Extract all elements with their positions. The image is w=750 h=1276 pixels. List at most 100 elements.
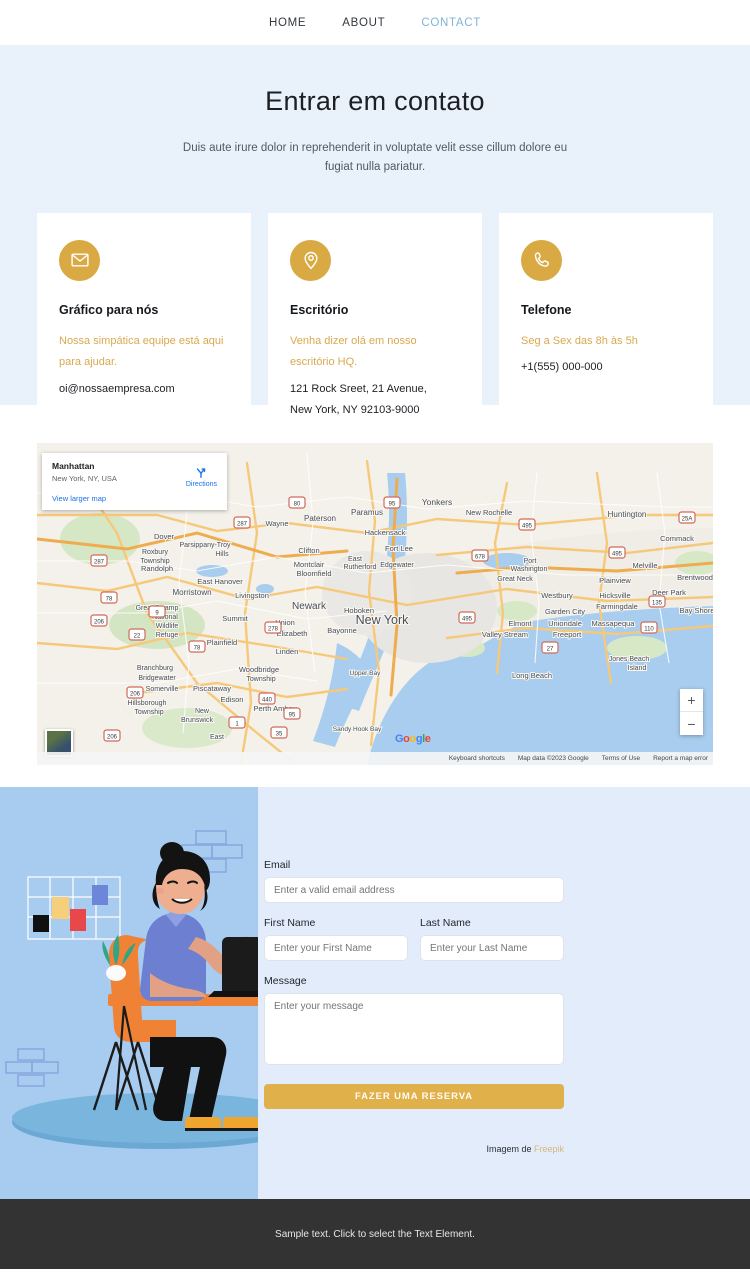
svg-text:Piscataway: Piscataway — [193, 684, 231, 693]
svg-text:Branchburg: Branchburg — [137, 665, 173, 672]
svg-text:Upper Bay: Upper Bay — [350, 670, 381, 677]
card-value-line-1[interactable]: oi@nossaempresa.com — [59, 379, 229, 400]
directions-button[interactable]: Directions — [186, 465, 217, 488]
svg-text:Refuge: Refuge — [156, 632, 179, 639]
svg-text:East: East — [210, 734, 224, 741]
svg-text:Wayne: Wayne — [265, 519, 288, 528]
email-field[interactable] — [264, 877, 564, 903]
view-larger-map-link[interactable]: View larger map — [52, 494, 217, 503]
card-title: Telefone — [521, 302, 572, 317]
google-logo: Google — [395, 733, 431, 745]
map-data-text: Map data ©2023 Google — [517, 755, 589, 762]
submit-reservation-button[interactable]: FAZER UMA RESERVA — [264, 1084, 564, 1109]
svg-text:Commack: Commack — [660, 534, 694, 543]
keyboard-shortcuts-link[interactable]: Keyboard shortcuts — [449, 755, 505, 762]
svg-text:287: 287 — [94, 560, 105, 566]
svg-text:25A: 25A — [682, 517, 693, 523]
svg-text:Huntington: Huntington — [608, 510, 647, 519]
image-credit: Imagem de Freepik — [264, 1144, 564, 1154]
nav-link-home[interactable]: HOME — [269, 17, 306, 29]
location-pin-icon — [290, 239, 331, 281]
first-name-group: First Name — [264, 917, 408, 961]
contact-cards: Gráfico para nós Nossa simpática equipe … — [37, 212, 713, 418]
nav-link-contact[interactable]: CONTACT — [421, 17, 481, 29]
svg-text:678: 678 — [475, 555, 486, 561]
svg-text:Massapequa: Massapequa — [592, 619, 636, 628]
svg-text:440: 440 — [262, 698, 273, 704]
svg-text:New Rochelle: New Rochelle — [466, 508, 512, 517]
contact-card-phone[interactable]: Telefone Seg a Sex das 8h às 5h +1(555) … — [499, 212, 713, 418]
directions-label: Directions — [185, 481, 217, 488]
name-row: First Name Last Name — [264, 917, 564, 961]
svg-text:Roxbury: Roxbury — [142, 549, 169, 556]
svg-text:78: 78 — [194, 646, 201, 652]
svg-text:Valley Stream: Valley Stream — [482, 630, 528, 639]
terms-of-use-link[interactable]: Terms of Use — [602, 755, 640, 762]
report-map-error-link[interactable]: Report a map error — [653, 755, 708, 762]
svg-text:Township: Township — [134, 709, 163, 716]
svg-text:22: 22 — [134, 634, 141, 640]
svg-text:Wildlife: Wildlife — [156, 623, 179, 630]
card-value-line-2: New York, NY 92103-9000 — [290, 404, 420, 417]
zoom-in-button[interactable]: + — [680, 689, 703, 712]
svg-text:Hills: Hills — [215, 551, 229, 558]
google-map[interactable]: ParamusYonkersNew RochelleHuntingtonSmit… — [37, 443, 713, 765]
svg-text:Great Neck: Great Neck — [497, 576, 533, 583]
svg-text:Bayonne: Bayonne — [327, 626, 357, 635]
svg-text:Sandy Hook Bay: Sandy Hook Bay — [333, 726, 382, 733]
svg-text:206: 206 — [94, 620, 105, 626]
svg-text:Newark: Newark — [292, 601, 327, 612]
page-title: Entrar em contato — [265, 86, 485, 116]
card-value-line-1[interactable]: +1(555) 000-000 — [521, 357, 691, 378]
svg-text:110: 110 — [644, 627, 654, 633]
svg-text:206: 206 — [107, 735, 118, 741]
svg-text:27: 27 — [547, 647, 554, 653]
zoom-out-button[interactable]: − — [680, 712, 703, 735]
svg-text:35: 35 — [276, 732, 283, 738]
card-note: Nossa simpática equipe está aqui para aj… — [59, 334, 224, 369]
svg-text:95: 95 — [289, 713, 296, 719]
svg-text:Township: Township — [246, 676, 275, 683]
svg-text:Washington: Washington — [511, 566, 548, 573]
first-name-label: First Name — [264, 917, 316, 929]
map-info-card[interactable]: Manhattan New York, NY, USA View larger … — [42, 453, 227, 510]
svg-text:Plainview: Plainview — [599, 576, 631, 585]
svg-text:Farmingdale: Farmingdale — [596, 602, 638, 611]
svg-text:Bay Shore: Bay Shore — [679, 606, 713, 615]
map-section: ParamusYonkersNew RochelleHuntingtonSmit… — [0, 405, 750, 787]
svg-text:Linden: Linden — [276, 647, 299, 656]
svg-text:Fort Lee: Fort Lee — [385, 544, 413, 553]
message-field[interactable] — [264, 993, 564, 1065]
svg-text:Bloomfield: Bloomfield — [296, 569, 331, 578]
svg-text:Paramus: Paramus — [351, 508, 383, 517]
image-credit-prefix: Imagem de — [486, 1144, 534, 1154]
svg-text:495: 495 — [522, 524, 533, 530]
svg-text:Long Beach: Long Beach — [512, 671, 552, 680]
contact-card-email[interactable]: Gráfico para nós Nossa simpática equipe … — [37, 212, 251, 418]
map-zoom-controls[interactable]: + − — [680, 689, 703, 735]
contact-card-office[interactable]: Escritório Venha dizer olá em nosso escr… — [268, 212, 482, 418]
last-name-field[interactable] — [420, 935, 564, 961]
svg-text:Port: Port — [524, 558, 537, 565]
svg-text:Paterson: Paterson — [304, 514, 336, 523]
svg-text:Dover: Dover — [154, 532, 175, 541]
illustration-pane — [0, 787, 258, 1199]
card-note: Seg a Sex das 8h às 5h — [521, 334, 638, 347]
svg-text:Morristown: Morristown — [172, 588, 211, 597]
svg-text:Livingston: Livingston — [235, 591, 269, 600]
contact-form-section: Email First Name Last Name Message FAZER… — [0, 787, 750, 1199]
svg-text:Edgewater: Edgewater — [380, 562, 414, 569]
svg-text:Elmont: Elmont — [508, 619, 532, 628]
nav-link-about[interactable]: ABOUT — [342, 17, 385, 29]
svg-text:Yonkers: Yonkers — [422, 497, 452, 507]
last-name-label: Last Name — [420, 917, 471, 929]
hero-section: Entrar em contato Duis aute irure dolor … — [0, 46, 750, 418]
svg-text:495: 495 — [612, 552, 623, 558]
footer-text[interactable]: Sample text. Click to select the Text El… — [275, 1229, 475, 1240]
freepik-link[interactable]: Freepik — [534, 1144, 564, 1154]
svg-text:Garden City: Garden City — [545, 607, 585, 616]
directions-icon — [197, 468, 206, 478]
first-name-field[interactable] — [264, 935, 408, 961]
svg-text:Melville: Melville — [632, 561, 657, 570]
main-navigation: HOME ABOUT CONTACT — [0, 0, 750, 46]
